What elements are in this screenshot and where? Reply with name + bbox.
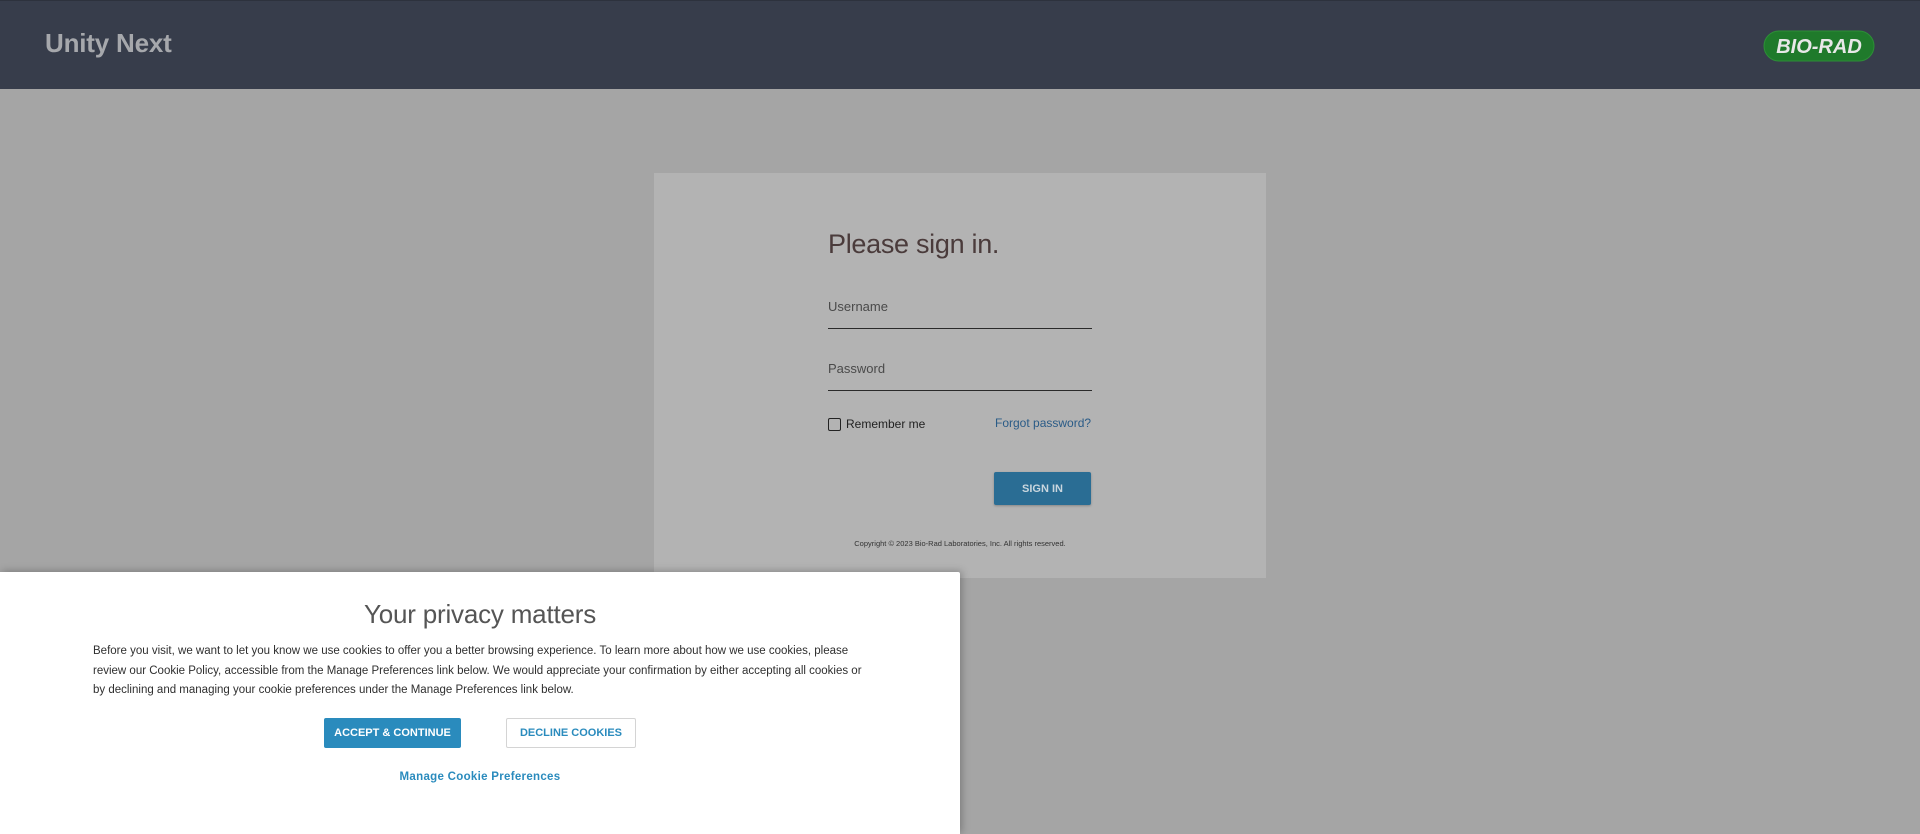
remember-me-label: Remember me: [846, 417, 926, 431]
top-header: Unity Next BIO-RAD: [0, 0, 1920, 89]
username-input[interactable]: [828, 294, 1092, 328]
app-title: Unity Next: [45, 28, 172, 58]
remember-me-checkbox[interactable]: [828, 417, 841, 431]
copyright-text: Copyright © 2023 Bio-Rad Laboratories, I…: [854, 539, 1066, 548]
cookie-title: Your privacy matters: [363, 599, 597, 629]
username-field[interactable]: Username: [828, 294, 1092, 329]
bio-rad-logo: BIO-RAD: [1763, 30, 1875, 62]
cookie-banner: Your privacy matters Before you visit, w…: [0, 572, 960, 834]
remember-me[interactable]: Remember me: [828, 415, 925, 433]
decline-cookies-button[interactable]: DECLINE COOKIES: [506, 718, 636, 748]
manage-cookie-preferences-link[interactable]: Manage Cookie Preferences: [0, 771, 960, 783]
sign-in-button[interactable]: SIGN IN: [994, 472, 1091, 505]
logo-text: BIO-RAD: [1776, 36, 1862, 58]
password-field[interactable]: Password: [828, 356, 1092, 391]
forgot-password-link[interactable]: Forgot password?: [995, 416, 1091, 430]
accept-cookies-button[interactable]: ACCEPT & CONTINUE: [324, 718, 461, 748]
cookie-description: Before you visit, we want to let you kno…: [93, 645, 862, 696]
login-card: Please sign in. Username Password Rememb…: [654, 173, 1266, 578]
password-input[interactable]: [828, 356, 1092, 390]
signin-title: Please sign in.: [828, 229, 1000, 259]
